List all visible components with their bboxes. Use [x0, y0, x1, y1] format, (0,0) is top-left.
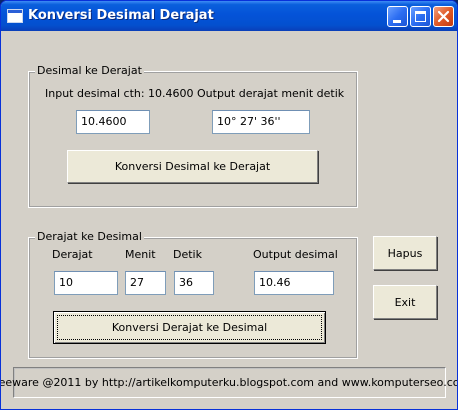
- client-area: Desimal ke Derajat Input desimal cth: 10…: [1, 31, 457, 407]
- close-button[interactable]: [433, 6, 454, 27]
- menit-label: Menit: [125, 248, 156, 261]
- group-legend: Derajat ke Desimal: [35, 230, 144, 243]
- app-window: Konversi Desimal Derajat Desimal ke Dera…: [0, 0, 458, 410]
- minimize-icon: [393, 20, 401, 23]
- window-title: Konversi Desimal Derajat: [28, 8, 214, 23]
- output-desimal-label: Output desimal: [253, 248, 338, 261]
- hapus-button[interactable]: Hapus: [373, 236, 437, 270]
- maximize-icon: [415, 11, 426, 22]
- convert-desimal-to-derajat-button[interactable]: Konversi Desimal ke Derajat: [67, 150, 318, 183]
- output-derajat-field[interactable]: 10° 27' 36'': [212, 110, 310, 134]
- derajat-field[interactable]: 10: [54, 271, 118, 295]
- window-icon: [7, 9, 23, 23]
- output-desimal-field[interactable]: 10.46: [254, 271, 334, 295]
- output-derajat-label: Output derajat menit detik: [197, 87, 345, 100]
- status-text: Freeware @2011 by http://artikelkomputer…: [0, 376, 458, 389]
- input-desimal-label: Input desimal cth: 10.4600: [45, 87, 194, 100]
- title-bar[interactable]: Konversi Desimal Derajat: [1, 1, 457, 31]
- close-icon: [437, 10, 450, 23]
- maximize-button[interactable]: [410, 6, 431, 27]
- detik-label: Detik: [173, 248, 202, 261]
- derajat-label: Derajat: [52, 248, 93, 261]
- group-legend: Desimal ke Derajat: [35, 64, 144, 77]
- input-desimal-field[interactable]: 10.4600: [76, 110, 150, 134]
- detik-field[interactable]: 36: [174, 271, 214, 295]
- exit-button[interactable]: Exit: [373, 285, 437, 319]
- status-bar: Freeware @2011 by http://artikelkomputer…: [1, 367, 457, 398]
- convert-derajat-to-desimal-button[interactable]: Konversi Derajat ke Desimal: [53, 311, 326, 344]
- minimize-button[interactable]: [387, 6, 408, 27]
- menit-field[interactable]: 27: [125, 271, 166, 295]
